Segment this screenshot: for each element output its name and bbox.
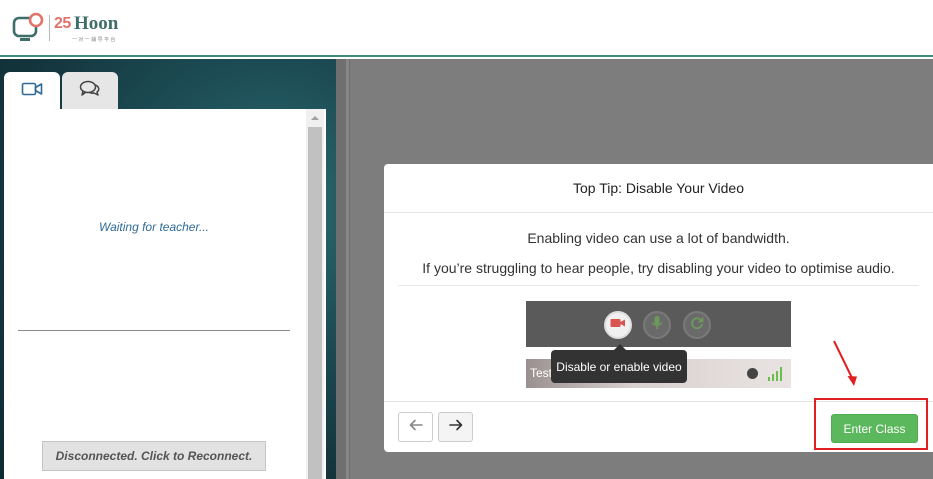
tip-line-bandwidth: Enabling video can use a lot of bandwidt… [527, 230, 790, 246]
tab-chat[interactable] [62, 72, 118, 110]
microphone-icon [651, 315, 663, 336]
chat-bubbles-icon [79, 80, 101, 103]
main-column-edge-highlight [346, 59, 349, 479]
status-dot [747, 368, 758, 379]
tip-line-audio: If you’re struggling to hear people, try… [422, 260, 895, 276]
video-tab-content: Waiting for teacher... Disconnected. Cli… [4, 109, 306, 479]
arrow-left-icon [409, 418, 423, 436]
annotation-highlight-box [814, 398, 928, 450]
preview-refresh-button [683, 311, 711, 339]
modal-title: Top Tip: Disable Your Video [573, 180, 744, 196]
signal-strength-icon [767, 364, 785, 382]
top-header: 25 Hoon 一对一辅导平台 [0, 0, 933, 57]
brand-logo[interactable]: 25 Hoon 一对一辅导平台 [12, 10, 140, 46]
logo-divider [49, 15, 50, 41]
logo-number: 25 [54, 15, 71, 32]
refresh-icon [690, 316, 704, 335]
logo-wordmark: 25 Hoon 一对一辅导平台 [54, 12, 140, 44]
scroll-up-arrow-icon[interactable] [306, 109, 324, 127]
annotation-arrow-icon [830, 338, 860, 390]
video-controls-preview: Test Disable or enable video [526, 301, 791, 388]
sidebar-scrollbar[interactable] [306, 109, 324, 479]
reconnect-button[interactable]: Disconnected. Click to Reconnect. [42, 441, 266, 471]
preview-control-bar [526, 301, 791, 347]
waiting-status: Waiting for teacher... [98, 220, 210, 234]
preview-mic-button [643, 311, 671, 339]
arrow-right-icon [448, 418, 463, 436]
preview-video-button [604, 311, 632, 339]
video-camera-icon [21, 81, 43, 102]
body-divider [398, 285, 919, 286]
participant-label: Test [530, 366, 553, 380]
logo-tagline: 一对一辅导平台 [72, 37, 117, 43]
scrollbar-thumb[interactable] [308, 127, 322, 479]
sidebar-tabs [4, 72, 118, 110]
next-tip-button[interactable] [438, 412, 473, 442]
tab-video[interactable] [4, 72, 60, 110]
previous-tip-button[interactable] [398, 412, 433, 442]
monitor-camera-logo-icon [12, 12, 46, 44]
video-tooltip: Disable or enable video [551, 344, 687, 383]
sidebar-panel: Waiting for teacher... Disconnected. Cli… [4, 109, 326, 479]
logo-word: Hoon [74, 13, 119, 34]
modal-header: Top Tip: Disable Your Video [384, 164, 933, 213]
sidebar-divider [18, 330, 290, 331]
video-camera-icon [610, 316, 626, 334]
